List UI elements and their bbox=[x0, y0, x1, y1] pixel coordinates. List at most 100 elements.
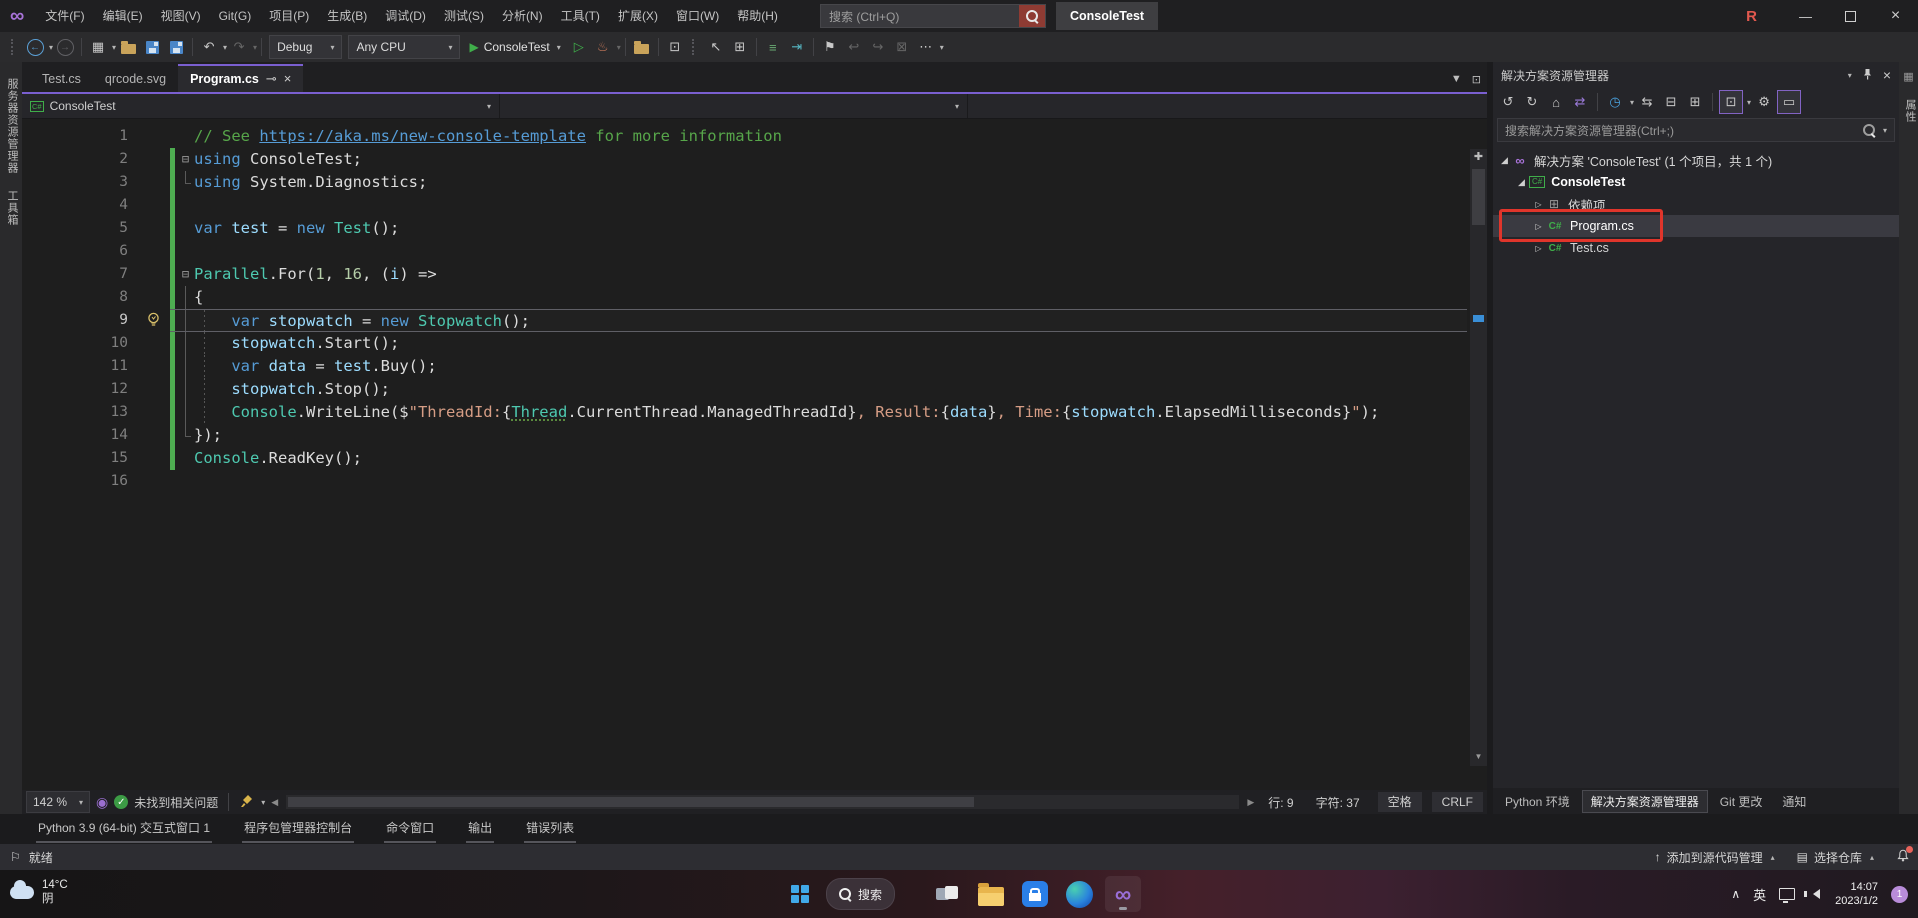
menu-item-12[interactable]: 帮助(H) bbox=[728, 0, 787, 32]
select-repository-button[interactable]: ▤ 选择仓库 ▴ bbox=[1797, 849, 1874, 866]
code-line-1[interactable]: 1 // See https://aka.ms/new-console-templ… bbox=[22, 125, 1487, 148]
properties-collapsed-tab[interactable]: 属性 bbox=[1902, 99, 1918, 123]
document-outline-icon[interactable]: ⊞ bbox=[728, 35, 752, 59]
code-line-9[interactable]: 9 var stopwatch = new Stopwatch(); bbox=[22, 309, 1487, 332]
spaces-indicator[interactable]: 空格 bbox=[1377, 792, 1422, 812]
maximize-button[interactable] bbox=[1828, 0, 1873, 32]
breadcrumb-project-dropdown[interactable]: C# ConsoleTest ▾ bbox=[22, 94, 500, 118]
scroll-right-icon[interactable]: ▶ bbox=[1247, 797, 1254, 808]
menu-item-4[interactable]: 项目(P) bbox=[260, 0, 318, 32]
menu-item-9[interactable]: 工具(T) bbox=[552, 0, 609, 32]
tree-item-解决方案 'ConsoleTest' (1 个项目，共 1 个)[interactable]: ◢ ∞ 解决方案 'ConsoleTest' (1 个项目，共 1 个) bbox=[1493, 149, 1899, 171]
switch-views-icon[interactable]: ⇆ bbox=[1636, 91, 1658, 113]
horizontal-scrollbar[interactable] bbox=[286, 795, 1240, 809]
left-strip-tab-0[interactable]: 服务器资源管理器 bbox=[4, 78, 20, 174]
code-line-13[interactable]: 13 Console.WriteLine($"ThreadId:{Thread.… bbox=[22, 401, 1487, 424]
toolbar-grip[interactable] bbox=[691, 39, 699, 55]
split-editor-handle-icon[interactable]: ✚ bbox=[1474, 149, 1483, 165]
collapsed-arrow-icon[interactable]: ▷ bbox=[1531, 200, 1546, 209]
code-line-7[interactable]: 7 ⊟ Parallel.For(1, 16, (i) => bbox=[22, 263, 1487, 286]
menu-item-10[interactable]: 扩展(X) bbox=[609, 0, 667, 32]
menu-item-7[interactable]: 测试(S) bbox=[435, 0, 493, 32]
close-panel-icon[interactable]: × bbox=[1883, 67, 1891, 83]
zoom-level-dropdown[interactable]: 142 % ▾ bbox=[26, 791, 91, 813]
indent-lines-icon[interactable]: ≡ bbox=[761, 35, 785, 59]
bottom-tab-1[interactable]: 程序包管理器控制台 bbox=[242, 816, 355, 843]
navigate-forward-icon[interactable]: → bbox=[53, 35, 77, 59]
open-folder-icon[interactable] bbox=[116, 35, 140, 59]
line-indicator[interactable]: 行: 9 bbox=[1260, 794, 1301, 811]
bottom-tab-3[interactable]: 输出 bbox=[466, 816, 495, 843]
dock-tab-Python 环境[interactable]: Python 环境 bbox=[1497, 791, 1578, 812]
collapse-all-icon[interactable]: ⊟ bbox=[1660, 91, 1682, 113]
panel-options-caret-icon[interactable]: ▾ bbox=[1848, 71, 1852, 80]
scroll-down-icon[interactable]: ▼ bbox=[1475, 752, 1483, 766]
code-line-5[interactable]: 5 var test = new Test(); bbox=[22, 217, 1487, 240]
task-view-button[interactable] bbox=[929, 876, 965, 912]
toolbar-overflow-caret-icon[interactable]: ▾ bbox=[940, 43, 944, 52]
code-line-4[interactable]: 4 bbox=[22, 194, 1487, 217]
menu-item-5[interactable]: 生成(B) bbox=[318, 0, 376, 32]
redo-icon[interactable]: ↷ bbox=[227, 35, 251, 59]
column-indicator[interactable]: 字符: 37 bbox=[1308, 794, 1368, 811]
line-ending-indicator[interactable]: CRLF bbox=[1431, 792, 1483, 812]
filter-caret-icon[interactable]: ▾ bbox=[1630, 98, 1634, 107]
float-window-icon[interactable]: ⊡ bbox=[1472, 73, 1481, 86]
edge-browser-button[interactable] bbox=[1061, 876, 1097, 912]
clock[interactable]: 14:07 2023/1/2 bbox=[1835, 880, 1878, 908]
code-line-12[interactable]: 12 stopwatch.Stop(); bbox=[22, 378, 1487, 401]
dock-tab-通知[interactable]: 通知 bbox=[1774, 791, 1814, 812]
code-cleanup-caret-icon[interactable]: ▾ bbox=[261, 798, 265, 807]
dock-tab-Git 更改[interactable]: Git 更改 bbox=[1712, 791, 1771, 812]
code-editor[interactable]: 1 // See https://aka.ms/new-console-templ… bbox=[22, 119, 1487, 790]
redo-caret-icon[interactable]: ▾ bbox=[253, 43, 257, 52]
resharper-icon[interactable]: R bbox=[1746, 8, 1757, 25]
weather-widget[interactable]: 14°C 阴 bbox=[10, 878, 68, 906]
code-line-11[interactable]: 11 var data = test.Buy(); bbox=[22, 355, 1487, 378]
menu-item-6[interactable]: 调试(D) bbox=[376, 0, 435, 32]
undo-icon[interactable]: ↶ bbox=[197, 35, 221, 59]
taskbar-search-button[interactable]: 搜索 bbox=[826, 878, 896, 910]
ime-language-indicator[interactable]: 英 bbox=[1753, 885, 1766, 904]
network-icon[interactable] bbox=[1779, 888, 1796, 903]
code-line-8[interactable]: 8{ bbox=[22, 286, 1487, 309]
menu-item-0[interactable]: 文件(F) bbox=[36, 0, 93, 32]
code-line-10[interactable]: 10 stopwatch.Start(); bbox=[22, 332, 1487, 355]
code-cleanup-icon[interactable] bbox=[239, 794, 253, 811]
solution-platform-dropdown[interactable]: Any CPU ▾ bbox=[348, 35, 461, 59]
visual-studio-app-button[interactable]: ∞ bbox=[1105, 876, 1142, 912]
forward-icon[interactable]: ↻ bbox=[1521, 91, 1543, 113]
bookmark-icon[interactable]: ⚑ bbox=[818, 35, 842, 59]
selection-cursor-icon[interactable]: ↖ bbox=[704, 35, 728, 59]
file-explorer-button[interactable] bbox=[973, 876, 1009, 912]
find-in-files-icon[interactable] bbox=[630, 35, 654, 59]
new-project-icon[interactable]: ▦ bbox=[86, 35, 110, 59]
active-files-dropdown-icon[interactable]: ▼ bbox=[1451, 73, 1462, 86]
search-icon[interactable] bbox=[1019, 5, 1045, 27]
hot-reload-icon[interactable]: ♨ bbox=[591, 35, 615, 59]
file-nesting-icon[interactable]: ⊡ bbox=[1719, 90, 1744, 114]
bottom-tab-4[interactable]: 错误列表 bbox=[524, 816, 577, 843]
code-line-15[interactable]: 15 Console.ReadKey(); bbox=[22, 447, 1487, 470]
feedback-icon[interactable]: ◉ bbox=[96, 794, 108, 811]
tray-chevron-icon[interactable]: ∧ bbox=[1731, 887, 1740, 901]
tool-settings-icon[interactable]: ⚙ bbox=[1753, 91, 1775, 113]
pin-icon[interactable] bbox=[1862, 68, 1873, 83]
toolbar-grip[interactable] bbox=[11, 39, 18, 55]
close-button[interactable]: × bbox=[1873, 0, 1918, 32]
previous-bookmark-icon[interactable]: ↩ bbox=[842, 35, 866, 59]
back-icon[interactable]: ↺ bbox=[1497, 91, 1519, 113]
code-line-14[interactable]: 14}); bbox=[22, 424, 1487, 447]
navigate-back-icon[interactable]: ← bbox=[23, 35, 47, 59]
notifications-bell-icon[interactable] bbox=[1896, 846, 1913, 866]
code-line-3[interactable]: 3 using System.Diagnostics; bbox=[22, 171, 1487, 194]
start-button[interactable] bbox=[782, 876, 818, 912]
document-tab-Test.cs[interactable]: Test.cs bbox=[30, 66, 93, 92]
solution-search-box[interactable]: 搜索解决方案资源管理器(Ctrl+;) ▾ bbox=[1497, 118, 1895, 142]
add-to-source-control-button[interactable]: ↑ 添加到源代码管理 ▴ bbox=[1655, 849, 1775, 866]
fold-collapse-icon[interactable]: ⊟ bbox=[177, 263, 194, 286]
bottom-tab-2[interactable]: 命令窗口 bbox=[384, 816, 437, 843]
document-tab-Program.cs[interactable]: Program.cs ⊸ × bbox=[178, 64, 304, 92]
horizontal-scrollbar-thumb[interactable] bbox=[288, 797, 975, 807]
scrollbar-track[interactable] bbox=[1470, 165, 1487, 752]
